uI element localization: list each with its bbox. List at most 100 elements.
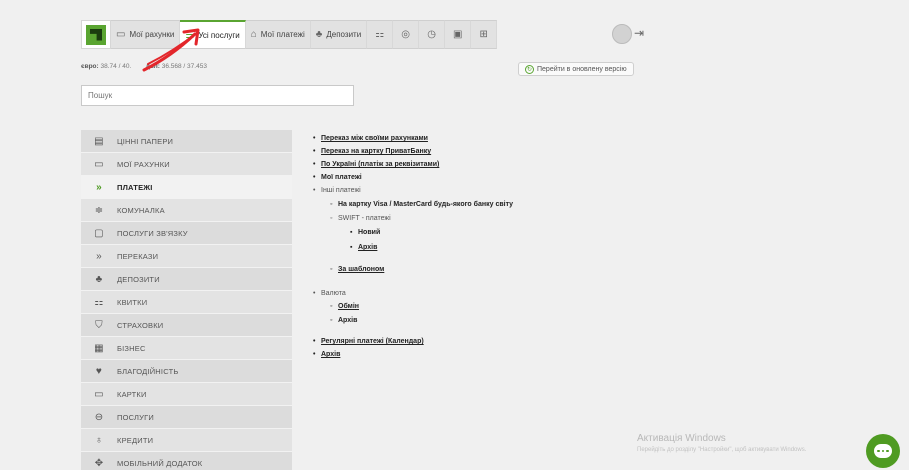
sidebar-item-label: ПОСЛУГИ ЗВ'ЯЗКУ <box>117 228 188 238</box>
transfer-icon: » <box>96 250 102 262</box>
chat-button[interactable] <box>866 434 900 468</box>
sidebar-item-business[interactable]: ▦ БІЗНЕС <box>81 337 292 360</box>
menu-group-other: • Інші платежі <box>313 187 361 194</box>
tab-all-services[interactable]: ☰ Усі послуги <box>180 20 246 49</box>
cart-icon: ⊞ <box>479 29 488 40</box>
sidebar-item-credits[interactable]: ♁ КРЕДИТИ <box>81 429 292 452</box>
sidebar-item-services[interactable]: ⊖ ПОСЛУГИ <box>81 406 292 429</box>
tab-label: Усі послуги <box>198 30 240 40</box>
chat-bubble-icon <box>874 444 892 458</box>
tab-label: Мої рахунки <box>129 30 175 39</box>
tab-mobile[interactable]: ◎ <box>393 20 420 49</box>
sidebar-item-label: БІЗНЕС <box>117 343 146 353</box>
sidebar-item-label: КРЕДИТИ <box>117 435 154 445</box>
sidebar-item-label: МОЇ РАХУНКИ <box>117 159 170 169</box>
sidebar-item-label: ДЕПОЗИТИ <box>117 274 160 284</box>
piggy-bank-icon: ♣ <box>95 273 103 285</box>
tickets-icon: ⚏ <box>94 296 104 308</box>
new-version-label: Перейти в оновлену версію <box>537 65 627 73</box>
piggy-bank-icon: ♣ <box>315 29 323 40</box>
sidebar-item-transfers[interactable]: » ПЕРЕКАЗИ <box>81 245 292 268</box>
shield-icon: ⛉ <box>95 319 103 331</box>
sidebar-item-insurance[interactable]: ⛉ СТРАХОВКИ <box>81 314 292 337</box>
sidebar-item-label: ПОСЛУГИ <box>117 412 154 422</box>
usd-rate: 36.568 / 37.453 <box>161 63 207 70</box>
menu-link-visa-mc[interactable]: ◦ На картку Visa / MasterCard будь-якого … <box>330 201 513 208</box>
sidebar-item-utilities[interactable]: ≑ КОМУНАЛКА <box>81 199 292 222</box>
logo-mark <box>86 24 106 45</box>
sidebar-item-payments[interactable]: » ПЛАТЕЖІ <box>81 176 292 199</box>
menu-link-currency-archive[interactable]: ◦ Архів <box>330 317 357 324</box>
double-chevron-icon: » <box>96 181 102 193</box>
card-icon: ▭ <box>94 388 104 400</box>
sidebar-item-label: БЛАГОДІЙНІСТЬ <box>117 366 179 376</box>
services-icon: ⊖ <box>94 411 104 423</box>
usd-label: дол: <box>145 63 160 70</box>
menu-link-swift-archive[interactable]: ▪ Архів <box>350 244 377 251</box>
house-icon: ⌂ <box>250 29 257 40</box>
sidebar-item-label: КВИТКИ <box>117 297 148 307</box>
tab-tickets[interactable]: ⚏ <box>367 20 394 49</box>
menu-link-swift-new[interactable]: ▪ Новий <box>350 229 380 236</box>
windows-activation-title: Активація Windows <box>637 433 726 444</box>
sidebar-item-charity[interactable]: ♥ БЛАГОДІЙНІСТЬ <box>81 360 292 383</box>
sidebar-item-label: МОБІЛЬНИЙ ДОДАТОК <box>117 458 203 468</box>
sidebar-item-label: ПЛАТЕЖІ <box>117 182 153 192</box>
tab-label: Депозити <box>326 30 362 39</box>
tab-history[interactable]: ◷ <box>419 20 446 49</box>
card-icon: ▣ <box>452 29 463 40</box>
menu-link-between-accounts[interactable]: • Переказ між своїми рахунками <box>313 135 428 142</box>
menu-link-by-template[interactable]: ◦ За шаблоном <box>330 266 384 273</box>
tickets-icon: ⚏ <box>375 29 385 40</box>
euro-label: євро: <box>81 63 99 70</box>
sidebar-item-label: ЦІННІ ПАПЕРИ <box>117 136 174 146</box>
menu-icon: ☰ <box>185 29 195 41</box>
sidebar-item-label: КОМУНАЛКА <box>117 205 165 215</box>
windows-activation-subtitle: Перейдіть до розділу "Настройки", щоб ак… <box>637 447 807 453</box>
privatbank-logo[interactable] <box>81 20 111 49</box>
wallet-icon: ▭ <box>116 29 126 40</box>
tab-my-accounts[interactable]: ▭ Мої рахунки <box>111 20 181 49</box>
menu-group-swift: ◦ SWIFT - платежі <box>330 215 391 222</box>
credit-icon: ♁ <box>95 434 103 446</box>
tab-label: Мої платежі <box>260 30 305 39</box>
sidebar-item-mobile-app[interactable]: ✥ МОБІЛЬНИЙ ДОДАТОК <box>81 452 292 470</box>
user-avatar[interactable] <box>612 24 632 44</box>
sidebar-item-deposits[interactable]: ♣ ДЕПОЗИТИ <box>81 268 292 291</box>
hands-heart-icon: ♥ <box>95 365 103 377</box>
top-nav: ▭ Мої рахунки ☰ Усі послуги ⌂ Мої платеж… <box>81 20 641 49</box>
utilities-icon: ≑ <box>94 204 104 216</box>
menu-link-my-payments[interactable]: • Мої платежі <box>313 174 362 181</box>
new-version-button[interactable]: ↻ Перейти в оновлену версію <box>518 62 634 76</box>
sidebar-item-label: СТРАХОВКИ <box>117 320 164 330</box>
sidebar-item-telecom[interactable]: ▢ ПОСЛУГИ ЗВ'ЯЗКУ <box>81 222 292 245</box>
sidebar: ▤ ЦІННІ ПАПЕРИ ▭ МОЇ РАХУНКИ » ПЛАТЕЖІ ≑ КОМ… <box>81 130 292 470</box>
logout-icon[interactable]: ⇥ <box>634 26 644 40</box>
history-icon: ◷ <box>427 29 437 40</box>
briefcase-icon: ▦ <box>94 342 104 354</box>
mobile-refill-icon: ◎ <box>401 29 411 40</box>
menu-link-to-privat-card[interactable]: • Переказ на картку ПриватБанку <box>313 148 431 155</box>
document-icon: ▤ <box>94 135 104 147</box>
tab-my-payments[interactable]: ⌂ Мої платежі <box>245 20 311 49</box>
menu-link-exchange[interactable]: ◦ Обмін <box>330 303 359 310</box>
euro-rate: 38.74 / 40. <box>100 63 132 70</box>
sidebar-item-label: ПЕРЕКАЗИ <box>117 251 159 261</box>
tab-cards[interactable]: ▣ <box>445 20 472 49</box>
phone-icon: ▢ <box>94 227 104 239</box>
sidebar-item-tickets[interactable]: ⚏ КВИТКИ <box>81 291 292 314</box>
menu-link-archive[interactable]: • Архів <box>313 351 340 358</box>
sidebar-item-my-accounts[interactable]: ▭ МОЇ РАХУНКИ <box>81 153 292 176</box>
sidebar-item-securities[interactable]: ▤ ЦІННІ ПАПЕРИ <box>81 130 292 153</box>
menu-link-by-requisites[interactable]: • По Україні (платіж за реквізитами) <box>313 161 439 168</box>
tab-deposits[interactable]: ♣ Депозити <box>310 20 368 49</box>
menu-group-currency: • Валюта <box>313 290 346 297</box>
sidebar-item-cards[interactable]: ▭ КАРТКИ <box>81 383 292 406</box>
sidebar-item-label: КАРТКИ <box>117 389 147 399</box>
menu-link-regular-payments[interactable]: • Регулярні платежі (Календар) <box>313 338 424 345</box>
arrow-circle-icon: ↻ <box>525 64 534 74</box>
tab-shop[interactable]: ⊞ <box>471 20 498 49</box>
mobile-app-icon: ✥ <box>94 457 104 469</box>
search-input[interactable] <box>81 85 354 106</box>
wallet-icon: ▭ <box>94 158 104 170</box>
